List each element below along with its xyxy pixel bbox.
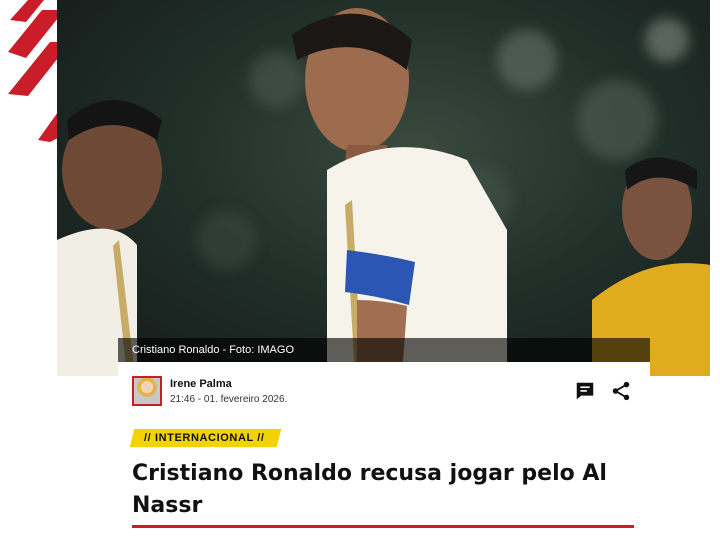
article-actions (574, 380, 632, 402)
author-photo (134, 378, 160, 404)
article-title: Cristiano Ronaldo recusa jogar pelo Al N… (132, 461, 607, 518)
share-icon[interactable] (610, 380, 632, 402)
category-label: // INTERNACIONAL // (144, 432, 265, 444)
author-avatar[interactable] (132, 376, 162, 406)
hero-image (57, 0, 710, 376)
photo-caption: Cristiano Ronaldo - Foto: IMAGO (118, 338, 650, 362)
author-row: Irene Palma 21:46 - 01. fevereiro 2026. (132, 376, 636, 410)
hero-photo (57, 8, 710, 376)
publish-datetime: 21:46 - 01. fevereiro 2026. (170, 394, 288, 405)
category-tag[interactable]: // INTERNACIONAL // (129, 429, 281, 447)
title-divider (132, 525, 634, 528)
comment-icon[interactable] (574, 380, 596, 402)
brand-stripes (8, 0, 58, 142)
article-header-card: Irene Palma 21:46 - 01. fevereiro 2026. … (118, 362, 650, 537)
author-name[interactable]: Irene Palma (170, 378, 232, 390)
category-tag-wrap: // INTERNACIONAL // (129, 428, 281, 447)
